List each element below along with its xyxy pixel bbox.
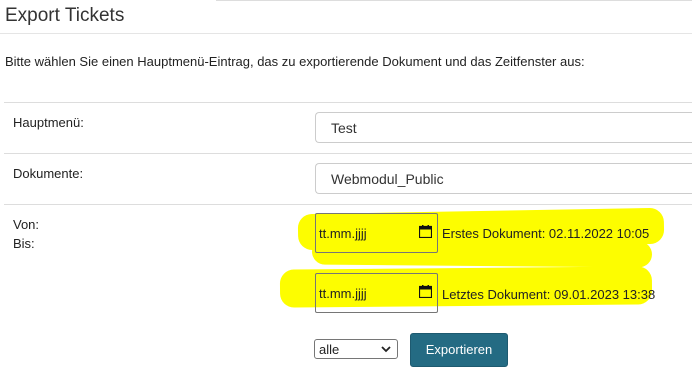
hauptmenu-value: Test <box>331 120 357 136</box>
bis-label: Bis: <box>13 236 35 251</box>
top-divider <box>216 0 692 1</box>
form-divider <box>4 153 692 154</box>
von-label: Von: <box>13 217 40 232</box>
calendar-icon[interactable] <box>419 285 432 298</box>
hauptmenu-label: Hauptmenü: <box>13 115 84 130</box>
hauptmenu-field[interactable]: Test <box>315 112 692 143</box>
bis-date-input[interactable]: tt.mm.jjjj <box>315 273 438 313</box>
export-button[interactable]: Exportieren <box>410 333 508 367</box>
first-document-info: Erstes Dokument: 02.11.2022 10:05 <box>442 226 650 241</box>
export-tickets-page: Export Tickets Bitte wählen Sie einen Ha… <box>0 0 692 384</box>
von-date-input[interactable]: tt.mm.jjjj <box>315 213 438 253</box>
dokumente-value: Webmodul_Public <box>331 171 444 187</box>
dokumente-field[interactable]: Webmodul_Public <box>315 163 692 194</box>
intro-text: Bitte wählen Sie einen Hauptmenü-Eintrag… <box>5 54 585 69</box>
bis-date-placeholder: tt.mm.jjjj <box>319 286 367 301</box>
calendar-icon[interactable] <box>419 225 432 238</box>
filter-select-value: alle <box>319 342 340 357</box>
form-divider <box>4 204 692 205</box>
page-title: Export Tickets <box>5 5 125 26</box>
von-date-placeholder: tt.mm.jjjj <box>319 226 367 241</box>
title-divider <box>0 33 692 34</box>
dokumente-label: Dokumente: <box>13 166 84 181</box>
last-document-info: Letztes Dokument: 09.01.2023 13:38 <box>442 287 656 302</box>
form-divider <box>4 102 692 103</box>
filter-select[interactable]: alle <box>314 339 398 359</box>
chevron-down-icon <box>381 346 391 353</box>
